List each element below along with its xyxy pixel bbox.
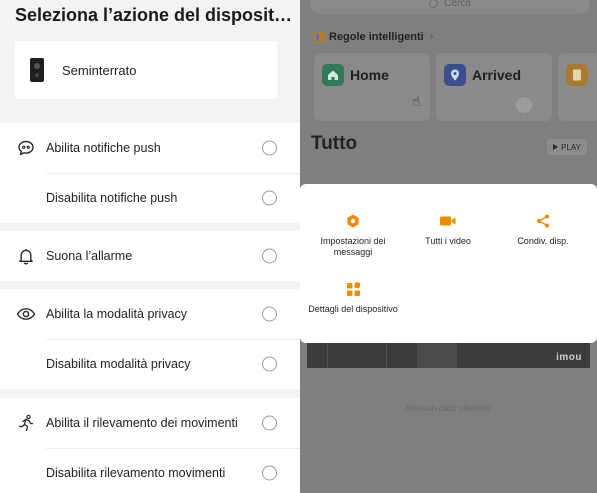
- motion-detection-group: Abilita il rilevamento dei movimenti Dis…: [0, 398, 300, 493]
- chevron-right-icon: ›: [429, 31, 434, 43]
- radio-button[interactable]: [262, 415, 277, 431]
- scene-card-arrived[interactable]: Arrived: [436, 53, 552, 121]
- grid-icon: [344, 280, 362, 298]
- search-icon: [429, 0, 439, 8]
- action-label: Suona l’allarme: [46, 249, 133, 263]
- play-icon: [553, 144, 559, 150]
- action-label: Impostazioni dei messaggi: [320, 236, 386, 257]
- privacy-group: Abilita la modalità privacy Disabilita m…: [0, 289, 300, 389]
- scene-card-partial[interactable]: [558, 53, 597, 121]
- home-screen-dimmed: Cerca Regole intelligenti › Home ☝ Arriv…: [300, 0, 597, 493]
- search-bar[interactable]: Cerca: [310, 0, 590, 14]
- smart-rules-header[interactable]: Regole intelligenti ›: [314, 31, 433, 43]
- message-settings-action[interactable]: Impostazioni dei messaggi: [305, 212, 401, 258]
- action-label: Disabilita modalità privacy: [46, 357, 191, 371]
- radio-button[interactable]: [262, 356, 277, 372]
- action-label: Abilita notifiche push: [46, 141, 161, 155]
- action-label: Tutti i video: [425, 236, 471, 246]
- action-disable-push[interactable]: Disabilita notifiche push: [0, 173, 300, 223]
- home-icon: [322, 64, 344, 86]
- bell-icon: [16, 246, 36, 266]
- brand-watermark: imou: [556, 352, 582, 363]
- scene-label: Arrived: [472, 67, 522, 83]
- rules-book-icon: [314, 31, 325, 43]
- chat-bubble-icon: [16, 138, 36, 158]
- action-label: Abilita la modalità privacy: [46, 307, 188, 321]
- camera-device-icon: [30, 58, 44, 82]
- page-title: Seleziona l’azione del disposit…: [15, 5, 293, 25]
- radio-button[interactable]: [262, 248, 277, 264]
- all-devices-title: Tutto: [311, 133, 358, 154]
- video-camera-icon: [439, 212, 457, 230]
- action-enable-privacy[interactable]: Abilita la modalità privacy: [0, 289, 300, 339]
- gear-icon: [344, 212, 362, 230]
- play-button[interactable]: PLAY: [547, 139, 587, 155]
- action-label: Dettagli del dispositivo: [308, 304, 398, 314]
- hand-cursor-icon: ☝: [412, 93, 421, 109]
- location-pin-icon: [444, 64, 466, 86]
- scene-card-home[interactable]: Home ☝: [314, 53, 430, 121]
- radio-button[interactable]: [262, 465, 277, 481]
- action-select-panel: Seleziona l’azione del disposit… Seminte…: [0, 0, 300, 493]
- preview-scene-element: [327, 342, 387, 368]
- alarm-group: Suona l’allarme: [0, 231, 300, 281]
- radio-button[interactable]: [262, 306, 277, 322]
- all-videos-action[interactable]: Tutti i video: [400, 212, 496, 247]
- device-card[interactable]: Seminterrato: [15, 41, 277, 99]
- no-more-data-text: Nessun dato ulteriore: [405, 403, 492, 413]
- action-label: Disabilita notifiche push: [46, 191, 178, 205]
- device-actions-popup: Impostazioni dei messaggi Tutti i video …: [300, 184, 597, 343]
- scene-label: Home: [350, 67, 389, 83]
- action-label: Condiv. disp.: [517, 236, 569, 246]
- scene-toggle[interactable]: [516, 97, 532, 113]
- action-label: Abilita il rilevamento dei movimenti: [46, 416, 238, 430]
- document-icon: [566, 64, 588, 86]
- push-notification-group: Abilita notifiche push Disabilita notifi…: [0, 123, 300, 223]
- eye-icon: [16, 304, 36, 324]
- radio-button[interactable]: [262, 190, 277, 206]
- action-disable-motion-detection[interactable]: Disabilita rilevamento movimenti: [0, 448, 300, 493]
- action-label: Disabilita rilevamento movimenti: [46, 466, 226, 480]
- play-label: PLAY: [561, 142, 581, 152]
- action-disable-privacy[interactable]: Disabilita modalità privacy: [0, 339, 300, 389]
- action-enable-motion-detection[interactable]: Abilita il rilevamento dei movimenti: [0, 398, 300, 448]
- radio-button[interactable]: [262, 140, 277, 156]
- share-icon: [534, 212, 552, 230]
- device-details-action[interactable]: Dettagli del dispositivo: [305, 280, 401, 315]
- share-device-action[interactable]: Condiv. disp.: [495, 212, 591, 247]
- action-sound-alarm[interactable]: Suona l’allarme: [0, 231, 300, 281]
- action-enable-push[interactable]: Abilita notifiche push: [0, 123, 300, 173]
- device-name: Seminterrato: [62, 62, 137, 78]
- search-placeholder: Cerca: [444, 0, 471, 9]
- smart-rules-title: Regole intelligenti: [329, 31, 424, 43]
- running-person-icon: [16, 413, 36, 433]
